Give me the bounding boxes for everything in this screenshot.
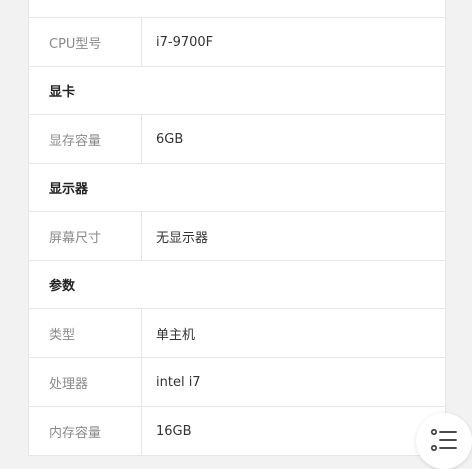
list-menu-icon	[431, 429, 457, 451]
spec-label: 屏幕尺寸	[29, 212, 142, 260]
spec-table: CPU CPU型号 i7-9700F 显卡 显存容量 6GB 显示器 屏幕尺寸 …	[28, 0, 446, 456]
menu-fab-button[interactable]	[416, 413, 472, 469]
spec-value: 6GB	[156, 131, 184, 147]
section-header-display: 显示器	[29, 164, 445, 212]
spec-row-type: 类型 单主机	[29, 309, 445, 358]
spec-label: CPU型号	[29, 18, 142, 66]
section-header-gpu: 显卡	[29, 67, 445, 115]
spec-row-memory: 内存容量 16GB	[29, 407, 445, 456]
spec-value: 单主机	[156, 327, 196, 343]
spec-row-processor: 处理器 intel i7	[29, 358, 445, 407]
spec-value: intel i7	[156, 374, 201, 390]
spec-value: 16GB	[156, 423, 192, 439]
spec-value: 无显示器	[156, 230, 209, 246]
spec-label: 内存容量	[29, 407, 142, 455]
section-header-cpu: CPU	[29, 0, 445, 18]
spec-value: i7-9700F	[156, 34, 214, 50]
spec-label: 类型	[29, 309, 142, 357]
spec-label: 处理器	[29, 358, 142, 406]
section-header-params: 参数	[29, 261, 445, 309]
spec-label: 显存容量	[29, 115, 142, 163]
spec-row-vram: 显存容量 6GB	[29, 115, 445, 164]
spec-row-screen-size: 屏幕尺寸 无显示器	[29, 212, 445, 261]
spec-row-cpu-model: CPU型号 i7-9700F	[29, 18, 445, 67]
